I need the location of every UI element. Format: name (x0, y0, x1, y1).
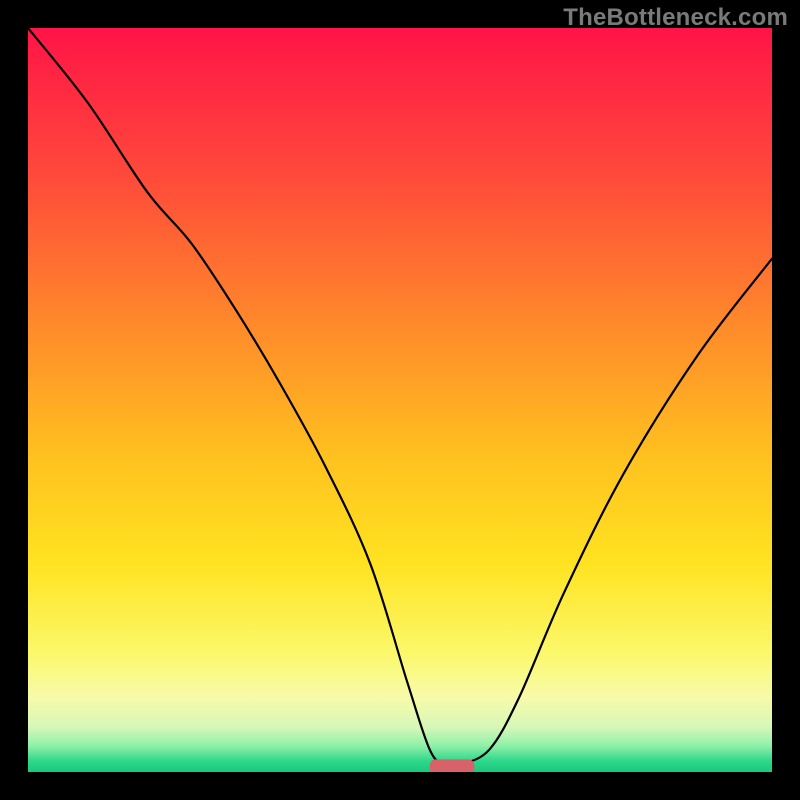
bottleneck-chart (28, 28, 772, 772)
plot-area (28, 28, 772, 772)
optimal-marker (430, 759, 475, 772)
watermark-text: TheBottleneck.com (563, 4, 788, 32)
chart-container: TheBottleneck.com (0, 0, 800, 800)
